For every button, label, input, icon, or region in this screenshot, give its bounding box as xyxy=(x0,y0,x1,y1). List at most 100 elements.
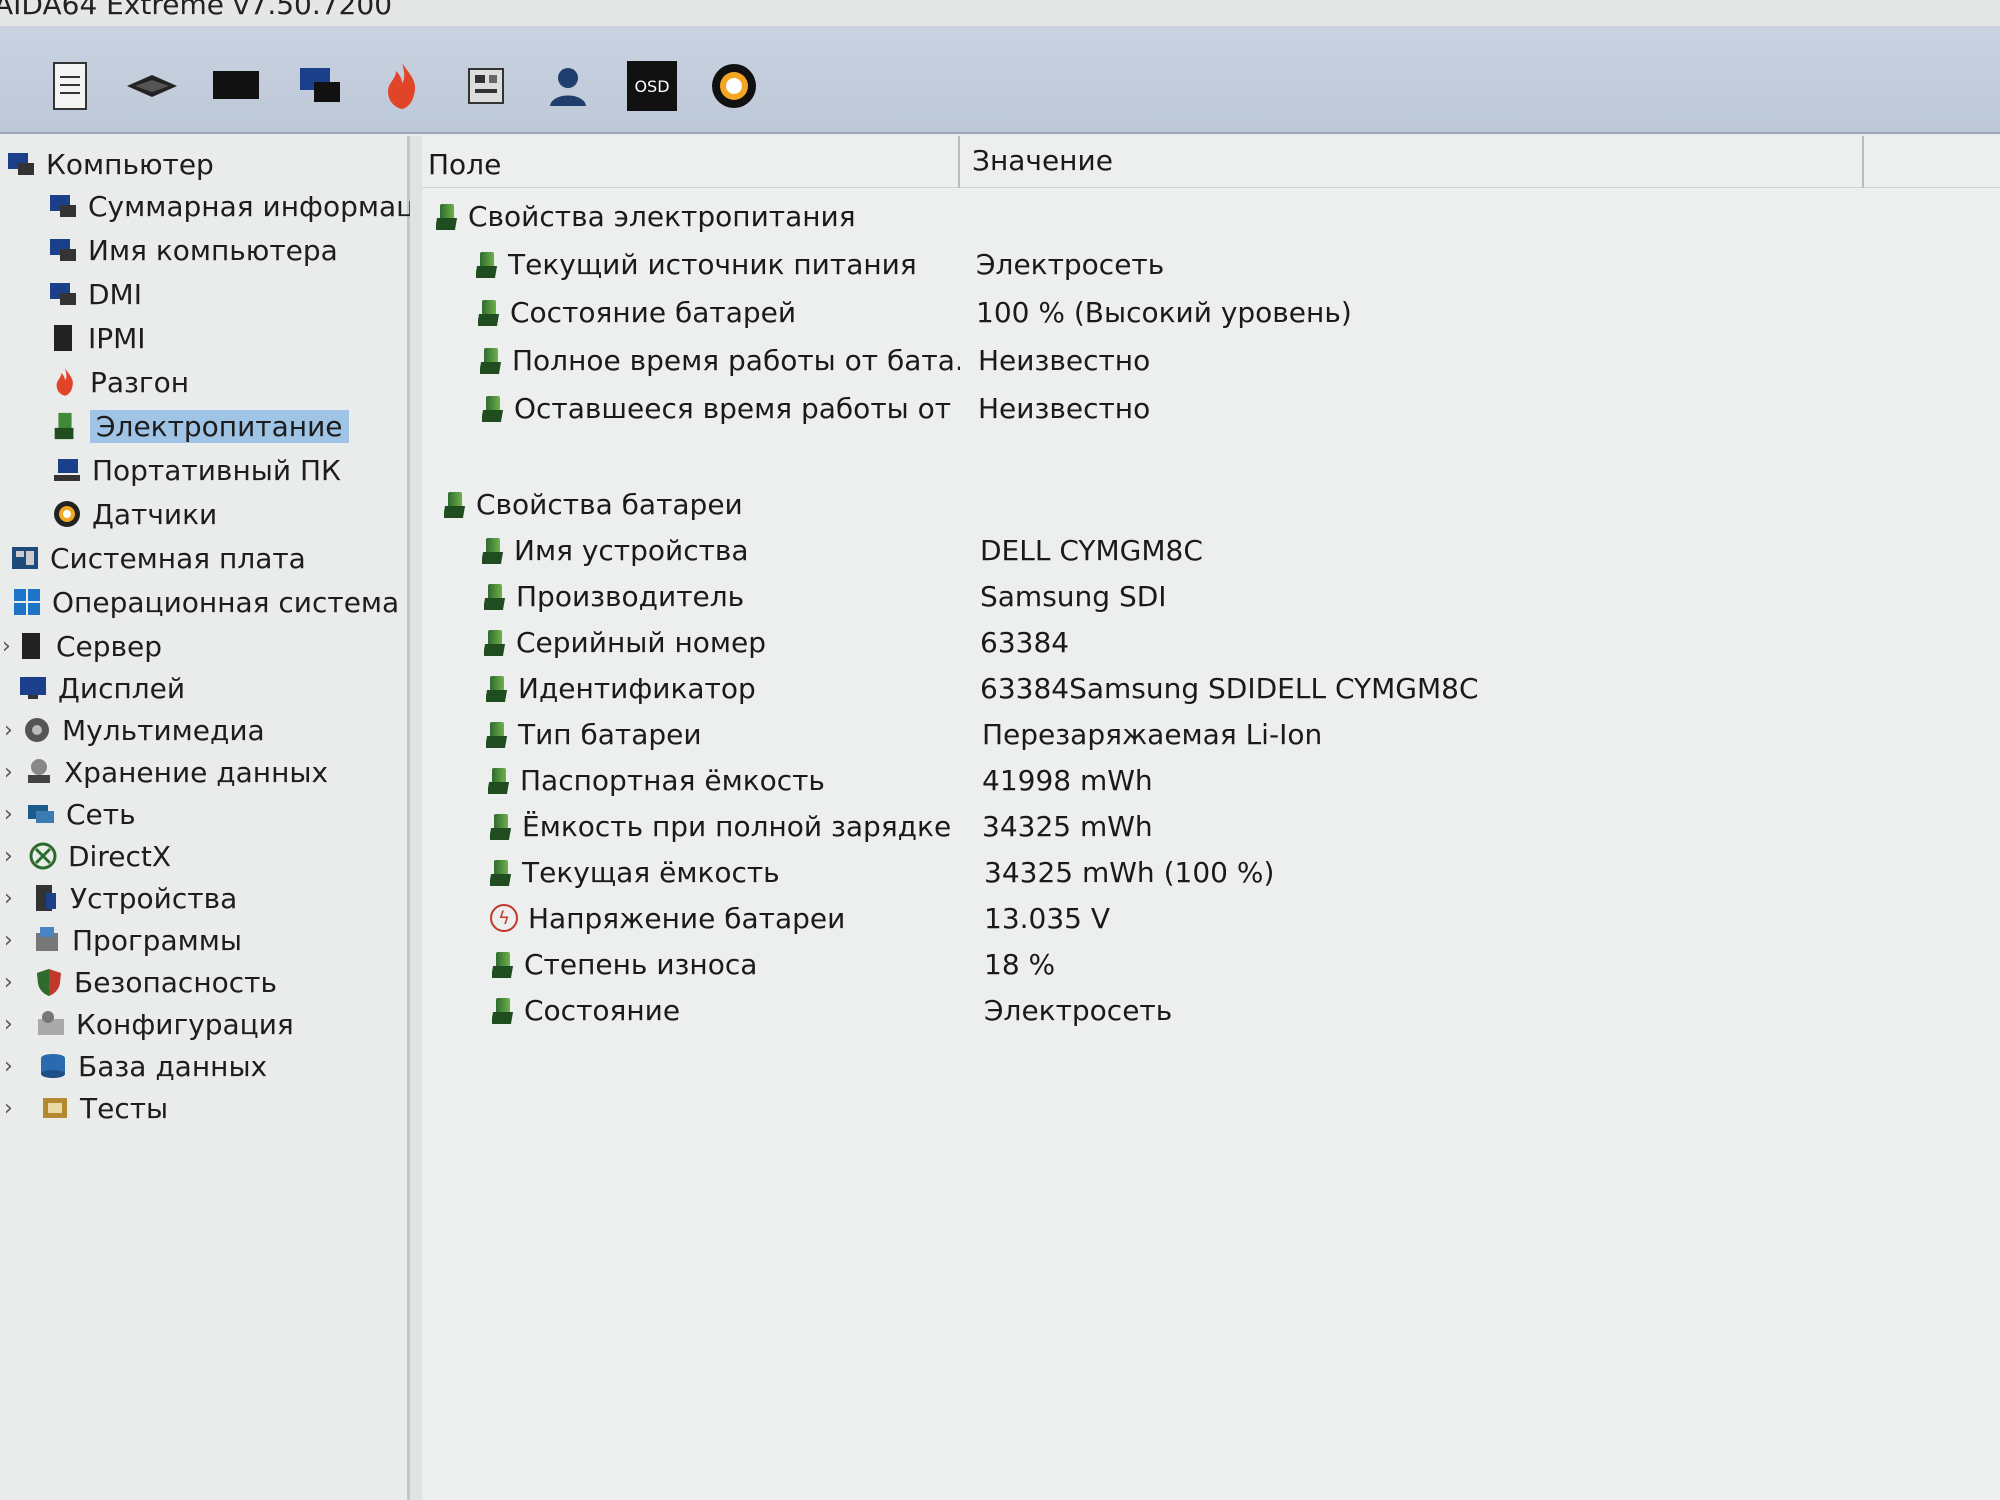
sensor-board-icon[interactable] xyxy=(456,56,516,116)
user-icon[interactable] xyxy=(538,56,598,116)
aida-logo-icon[interactable] xyxy=(704,56,764,116)
battery-icon xyxy=(478,296,500,328)
tree-item-tests[interactable]: › Тесты xyxy=(4,1088,168,1128)
battery-icon xyxy=(492,948,514,980)
row-field: Текущий источник питания xyxy=(508,247,917,281)
tree-item-summary[interactable]: Суммарная информация xyxy=(48,186,450,226)
osd-icon[interactable]: OSD xyxy=(622,56,682,116)
row-value: 13.035 V xyxy=(984,901,1111,935)
tree-item-programs[interactable]: › Программы xyxy=(4,920,242,960)
tree-item-label: Имя компьютера xyxy=(88,233,338,267)
table-row[interactable]: Производитель Samsung SDI xyxy=(484,574,1167,618)
chevron-right-icon[interactable]: › xyxy=(2,634,11,659)
chevron-right-icon[interactable]: › xyxy=(4,970,13,995)
tree-item-configuration[interactable]: › Конфигурация xyxy=(4,1004,294,1044)
row-value: Samsung SDI xyxy=(980,579,1167,613)
table-row[interactable]: Ёмкость при полной зарядке 34325 mWh xyxy=(490,804,1153,848)
table-row[interactable]: Идентификатор 63384Samsung SDIDELL CYMGM… xyxy=(486,666,1479,710)
chevron-right-icon[interactable]: › xyxy=(4,760,13,785)
tree-item-label: Устройства xyxy=(70,881,238,915)
tree-item-label: DMI xyxy=(88,277,142,311)
tree-item-overclock[interactable]: Разгон xyxy=(50,362,189,402)
report-icon[interactable] xyxy=(40,56,100,116)
row-field: Состояние батарей xyxy=(510,295,797,329)
tree-item-power[interactable]: Электропитание xyxy=(50,406,349,446)
table-row[interactable]: Паспортная ёмкость 41998 mWh xyxy=(488,758,1153,802)
toolbar: OSD xyxy=(0,26,2000,134)
tests-icon xyxy=(40,1093,70,1123)
table-row[interactable]: Степень износа 18 % xyxy=(492,942,1055,986)
tree-item-label: Конфигурация xyxy=(76,1007,294,1041)
table-row[interactable]: ϟ Напряжение батареи 13.035 V xyxy=(490,896,1110,940)
devices-icon xyxy=(30,883,60,913)
chevron-right-icon[interactable]: › xyxy=(4,802,13,827)
battery-icon xyxy=(486,718,508,750)
tree-item-label: Сеть xyxy=(66,797,136,831)
tree-item-display[interactable]: Дисплей xyxy=(18,668,185,708)
group-header-power-properties[interactable]: Свойства электропитания xyxy=(436,194,936,238)
table-row[interactable]: Состояние Электросеть xyxy=(492,988,1172,1032)
computer-icon[interactable] xyxy=(290,56,350,116)
table-row[interactable]: Серийный номер 63384 xyxy=(484,620,1069,664)
motherboard-icon[interactable] xyxy=(122,56,182,116)
network-icon xyxy=(26,799,56,829)
tree-item-network[interactable]: › Сеть xyxy=(4,794,136,834)
tree-item-database[interactable]: › База данных xyxy=(4,1046,267,1086)
battery-icon xyxy=(492,994,514,1026)
table-row[interactable]: Текущий источник питания Электросеть xyxy=(476,242,1164,286)
row-field: Состояние xyxy=(524,993,681,1027)
chevron-right-icon[interactable]: › xyxy=(4,1054,13,1079)
config-icon xyxy=(36,1009,66,1039)
group-header-battery-properties[interactable]: Свойства батареи xyxy=(444,482,944,526)
row-value: Неизвестно xyxy=(978,391,1151,425)
display-icon[interactable] xyxy=(206,56,266,116)
database-icon xyxy=(38,1051,68,1081)
tree-item-computer-name[interactable]: Имя компьютера xyxy=(48,230,338,270)
table-row[interactable]: Текущая ёмкость 34325 mWh (100 %) xyxy=(490,850,1274,894)
tree-item-devices[interactable]: › Устройства xyxy=(4,878,238,918)
tree-item-multimedia[interactable]: › Мультимедиа xyxy=(4,710,265,750)
tree-item-label: Датчики xyxy=(92,497,218,531)
battery-icon xyxy=(490,856,512,888)
tree-item-server[interactable]: › Сервер xyxy=(2,626,163,666)
tree-item-portable-pc[interactable]: Портативный ПК xyxy=(52,450,341,490)
tree-item-storage[interactable]: › Хранение данных xyxy=(4,752,328,792)
row-value: Неизвестно xyxy=(978,343,1151,377)
tree-item-label: Портативный ПК xyxy=(92,453,341,487)
battery-icon xyxy=(480,344,502,376)
table-row[interactable]: Состояние батарей 100 % (Высокий уровень… xyxy=(478,290,1352,334)
chevron-right-icon[interactable]: › xyxy=(4,886,13,911)
column-header-field[interactable]: Поле xyxy=(428,148,501,181)
column-separator[interactable] xyxy=(1862,136,1864,188)
table-row[interactable]: Полное время работы от бата... Неизвестн… xyxy=(480,338,1150,382)
tree-item-label: Суммарная информация xyxy=(88,189,451,223)
tree-item-dmi[interactable]: DMI xyxy=(48,274,142,314)
battery-icon xyxy=(482,392,504,424)
row-value: 34325 mWh xyxy=(982,809,1153,843)
splitter[interactable] xyxy=(410,136,422,1500)
tree-item-ipmi[interactable]: IPMI xyxy=(48,318,146,358)
chevron-right-icon[interactable]: › xyxy=(4,1012,13,1037)
column-separator[interactable] xyxy=(958,136,960,188)
tree-item-label: Сервер xyxy=(56,629,163,663)
column-header-value[interactable]: Значение xyxy=(972,144,1113,177)
table-row[interactable]: Имя устройства DELL CYMGM8C xyxy=(482,528,1203,572)
tree-item-directx[interactable]: › DirectX xyxy=(4,836,171,876)
chevron-right-icon[interactable]: › xyxy=(4,928,13,953)
tree-item-computer[interactable]: Компьютер xyxy=(6,144,214,184)
tree-item-motherboard[interactable]: Системная плата xyxy=(10,538,306,578)
table-row[interactable]: Оставшееся время работы от ... Неизвестн… xyxy=(482,386,1150,430)
tree-item-security[interactable]: › Безопасность xyxy=(4,962,277,1002)
group-title: Свойства батареи xyxy=(476,487,743,521)
tree-item-os[interactable]: Операционная система xyxy=(12,582,399,622)
tree-item-sensors[interactable]: Датчики xyxy=(52,494,217,534)
table-row[interactable]: Тип батареи Перезаряжаемая Li-Ion xyxy=(486,712,1322,756)
chevron-right-icon[interactable]: › xyxy=(4,1096,13,1121)
chevron-right-icon[interactable]: › xyxy=(4,718,13,743)
details-pane: Поле Значение Свойства электропитания Те… xyxy=(422,136,2000,1500)
row-value: 18 % xyxy=(984,947,1056,981)
chevron-right-icon[interactable]: › xyxy=(4,844,13,869)
computer-icon xyxy=(48,191,78,221)
flame-icon[interactable] xyxy=(372,56,432,116)
multimedia-icon xyxy=(22,715,52,745)
